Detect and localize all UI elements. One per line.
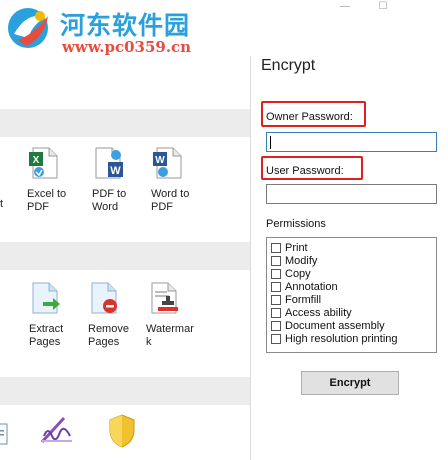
encrypt-button[interactable]: Encrypt	[301, 371, 399, 395]
tool-watermark[interactable]: Watermar k	[146, 281, 206, 349]
text-caret	[270, 136, 271, 149]
section-header	[0, 109, 250, 137]
permission-formfill[interactable]: Formfill	[271, 293, 436, 306]
user-password-input[interactable]	[266, 184, 437, 204]
permission-label: Formfill	[285, 293, 322, 306]
owner-password-label: Owner Password:	[266, 111, 353, 123]
tool-label: Extract Pages	[29, 323, 64, 348]
permission-label: Print	[285, 241, 308, 254]
tool-label: Word to PDF	[151, 188, 190, 213]
tool-pdf-to-word[interactable]: W PDF to Word	[92, 146, 152, 214]
tool-excel-to-pdf[interactable]: X Excel to PDF	[27, 146, 87, 214]
checkbox[interactable]	[271, 294, 281, 305]
extract-pages-icon	[32, 282, 60, 314]
word-to-pdf-icon: W	[153, 147, 182, 179]
permission-modify[interactable]: Modify	[271, 254, 436, 267]
panel-title: Encrypt	[261, 57, 316, 74]
owner-password-input[interactable]	[266, 132, 437, 152]
checkbox[interactable]	[271, 333, 281, 344]
permission-print[interactable]: Print	[271, 241, 436, 254]
remove-pages-icon	[91, 282, 117, 314]
permission-label: Access ability	[285, 306, 352, 319]
tool-word-to-pdf[interactable]: W Word to PDF	[151, 146, 211, 214]
checkbox[interactable]	[271, 268, 281, 279]
permission-annotation[interactable]: Annotation	[271, 280, 436, 293]
checkbox[interactable]	[271, 242, 281, 253]
pdf-to-word-icon: W	[95, 147, 123, 179]
checkbox[interactable]	[271, 307, 281, 318]
svg-text:W: W	[110, 165, 121, 177]
checkbox[interactable]	[271, 255, 281, 266]
svg-text:X: X	[33, 155, 40, 166]
watermark-url: www.pc0359.cn	[62, 38, 192, 56]
permission-label: Annotation	[285, 280, 338, 293]
excel-to-pdf-icon: X	[29, 147, 58, 179]
permission-label: Copy	[285, 267, 311, 280]
tool-label: PDF to Word	[92, 188, 127, 213]
maximize-icon[interactable]: ☐	[368, 0, 398, 12]
permission-label: High resolution printing	[285, 332, 398, 345]
watermark-icon	[151, 282, 178, 314]
document-icon-partial[interactable]	[0, 422, 10, 446]
watermark-logo-icon	[8, 8, 48, 48]
permission-access-ability[interactable]: Access ability	[271, 306, 436, 319]
permissions-list: Print Modify Copy Annotation Formfill Ac…	[266, 237, 437, 353]
permission-copy[interactable]: Copy	[271, 267, 436, 280]
tool-extract-pages[interactable]: Extract Pages	[29, 281, 89, 349]
permissions-label: Permissions	[266, 218, 326, 230]
encrypt-panel: Encrypt Owner Password: User Password: P…	[251, 40, 448, 460]
watermark-title: 河东软件园	[60, 11, 191, 40]
tool-label: Remove Pages	[88, 323, 129, 348]
tool-label: Watermar k	[146, 323, 194, 348]
permission-high-resolution-printing[interactable]: High resolution printing	[271, 332, 436, 345]
tools-panel: t X Excel to PDF W PDF to Word W Word to…	[0, 56, 250, 460]
tool-label: Excel to PDF	[27, 188, 67, 213]
permission-label: Modify	[285, 254, 318, 267]
section-header	[0, 242, 250, 270]
svg-text:W: W	[155, 155, 165, 166]
user-password-label: User Password:	[266, 165, 344, 177]
permission-document-assembly[interactable]: Document assembly	[271, 319, 436, 332]
tool-remove-pages[interactable]: Remove Pages	[88, 281, 148, 349]
tool-label-partial: t	[0, 198, 4, 210]
checkbox[interactable]	[271, 320, 281, 331]
section-header	[0, 377, 250, 405]
permission-label: Document assembly	[285, 319, 385, 332]
minimize-icon[interactable]: —	[330, 0, 360, 12]
signature-icon[interactable]	[40, 416, 74, 446]
security-shield-icon[interactable]	[108, 414, 136, 448]
checkbox[interactable]	[271, 281, 281, 292]
